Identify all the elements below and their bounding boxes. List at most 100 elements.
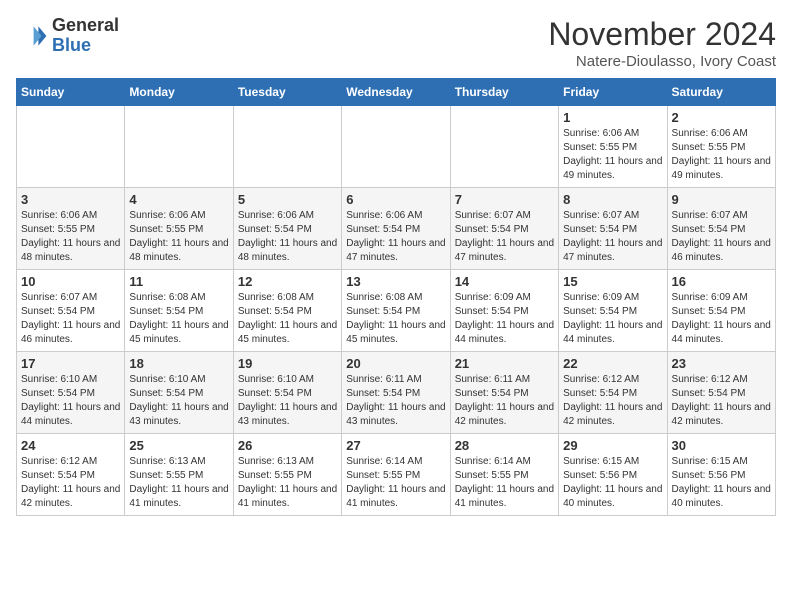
title-block: November 2024 Natere-Dioulasso, Ivory Co… (548, 16, 776, 70)
day-cell (342, 106, 450, 188)
week-row-2: 3 Sunrise: 6:06 AM Sunset: 5:55 PM Daylig… (17, 188, 776, 270)
week-row-5: 24Sunrise: 6:12 AM Sunset: 5:54 PM Dayli… (17, 434, 776, 516)
logo-icon (16, 20, 48, 52)
day-cell: 27Sunrise: 6:14 AM Sunset: 5:55 PM Dayli… (342, 434, 450, 516)
day-cell: 28 Sunrise: 6:14 AM Sunset: 5:55 PM Dayli… (450, 434, 558, 516)
day-number: 19 (238, 356, 337, 371)
day-cell (125, 106, 233, 188)
day-number: 1 (563, 110, 662, 125)
day-info: Sunrise: 6:11 AM Sunset: 5:54 PM Dayligh… (346, 373, 445, 429)
day-info: Sunrise: 6:09 AM Sunset: 5:54 PM Dayligh… (672, 291, 771, 347)
day-cell: 4 Sunrise: 6:06 AM Sunset: 5:55 PM Daylig… (125, 188, 233, 270)
day-cell: 19Sunrise: 6:10 AM Sunset: 5:54 PM Dayli… (233, 352, 341, 434)
day-info: Sunrise: 6:12 AM Sunset: 5:54 PM Dayligh… (21, 455, 120, 511)
day-cell: 30 Sunrise: 6:15 AM Sunset: 5:56 PM Dayli… (667, 434, 775, 516)
day-cell: 26Sunrise: 6:13 AM Sunset: 5:55 PM Dayli… (233, 434, 341, 516)
logo: General Blue (16, 16, 119, 56)
day-cell (450, 106, 558, 188)
day-info: Sunrise: 6:06 AM Sunset: 5:55 PM Dayligh… (21, 209, 120, 265)
day-number: 17 (21, 356, 120, 371)
day-cell: 5 Sunrise: 6:06 AM Sunset: 5:54 PM Daylig… (233, 188, 341, 270)
day-number: 4 (129, 192, 228, 207)
day-cell: 12 Sunrise: 6:08 AM Sunset: 5:54 PM Dayli… (233, 270, 341, 352)
day-cell: 13 Sunrise: 6:08 AM Sunset: 5:54 PM Dayli… (342, 270, 450, 352)
day-number: 10 (21, 274, 120, 289)
logo-general-text: General (52, 15, 119, 35)
day-cell (17, 106, 125, 188)
day-info: Sunrise: 6:09 AM Sunset: 5:54 PM Dayligh… (455, 291, 554, 347)
weekday-header-thursday: Thursday (450, 79, 558, 106)
day-number: 20 (346, 356, 445, 371)
day-cell: 15 Sunrise: 6:09 AM Sunset: 5:54 PM Dayli… (559, 270, 667, 352)
day-number: 8 (563, 192, 662, 207)
day-info: Sunrise: 6:13 AM Sunset: 5:55 PM Dayligh… (129, 455, 228, 511)
day-cell: 2 Sunrise: 6:06 AM Sunset: 5:55 PM Daylig… (667, 106, 775, 188)
day-info: Sunrise: 6:06 AM Sunset: 5:55 PM Dayligh… (672, 127, 771, 183)
day-cell: 14Sunrise: 6:09 AM Sunset: 5:54 PM Dayli… (450, 270, 558, 352)
day-info: Sunrise: 6:12 AM Sunset: 5:54 PM Dayligh… (672, 373, 771, 429)
weekday-header-friday: Friday (559, 79, 667, 106)
day-number: 2 (672, 110, 771, 125)
day-cell: 7 Sunrise: 6:07 AM Sunset: 5:54 PM Daylig… (450, 188, 558, 270)
day-cell: 9Sunrise: 6:07 AM Sunset: 5:54 PM Daylig… (667, 188, 775, 270)
day-info: Sunrise: 6:06 AM Sunset: 5:55 PM Dayligh… (563, 127, 662, 183)
day-number: 11 (129, 274, 228, 289)
weekday-header-row: SundayMondayTuesdayWednesdayThursdayFrid… (17, 79, 776, 106)
day-number: 22 (563, 356, 662, 371)
day-number: 5 (238, 192, 337, 207)
day-number: 28 (455, 438, 554, 453)
day-cell: 21 Sunrise: 6:11 AM Sunset: 5:54 PM Dayli… (450, 352, 558, 434)
month-title: November 2024 (548, 16, 776, 53)
day-number: 21 (455, 356, 554, 371)
day-number: 30 (672, 438, 771, 453)
day-number: 29 (563, 438, 662, 453)
weekday-header-wednesday: Wednesday (342, 79, 450, 106)
day-number: 7 (455, 192, 554, 207)
day-info: Sunrise: 6:07 AM Sunset: 5:54 PM Dayligh… (455, 209, 554, 265)
location: Natere-Dioulasso, Ivory Coast (548, 53, 776, 70)
day-info: Sunrise: 6:14 AM Sunset: 5:55 PM Dayligh… (455, 455, 554, 511)
day-number: 26 (238, 438, 337, 453)
logo-text: General Blue (52, 16, 119, 56)
day-cell: 3 Sunrise: 6:06 AM Sunset: 5:55 PM Daylig… (17, 188, 125, 270)
day-number: 15 (563, 274, 662, 289)
day-cell: 11 Sunrise: 6:08 AM Sunset: 5:54 PM Dayli… (125, 270, 233, 352)
day-cell: 22 Sunrise: 6:12 AM Sunset: 5:54 PM Dayli… (559, 352, 667, 434)
day-number: 18 (129, 356, 228, 371)
day-info: Sunrise: 6:07 AM Sunset: 5:54 PM Dayligh… (672, 209, 771, 265)
day-info: Sunrise: 6:09 AM Sunset: 5:54 PM Dayligh… (563, 291, 662, 347)
day-info: Sunrise: 6:06 AM Sunset: 5:54 PM Dayligh… (238, 209, 337, 265)
day-info: Sunrise: 6:15 AM Sunset: 5:56 PM Dayligh… (672, 455, 771, 511)
day-info: Sunrise: 6:08 AM Sunset: 5:54 PM Dayligh… (238, 291, 337, 347)
weekday-header-saturday: Saturday (667, 79, 775, 106)
day-info: Sunrise: 6:12 AM Sunset: 5:54 PM Dayligh… (563, 373, 662, 429)
day-number: 12 (238, 274, 337, 289)
day-info: Sunrise: 6:11 AM Sunset: 5:54 PM Dayligh… (455, 373, 554, 429)
day-cell: 29Sunrise: 6:15 AM Sunset: 5:56 PM Dayli… (559, 434, 667, 516)
week-row-3: 10 Sunrise: 6:07 AM Sunset: 5:54 PM Dayli… (17, 270, 776, 352)
week-row-1: 1 Sunrise: 6:06 AM Sunset: 5:55 PM Daylig… (17, 106, 776, 188)
day-info: Sunrise: 6:10 AM Sunset: 5:54 PM Dayligh… (129, 373, 228, 429)
day-info: Sunrise: 6:07 AM Sunset: 5:54 PM Dayligh… (21, 291, 120, 347)
day-cell: 16 Sunrise: 6:09 AM Sunset: 5:54 PM Dayli… (667, 270, 775, 352)
calendar-table: SundayMondayTuesdayWednesdayThursdayFrid… (16, 78, 776, 516)
week-row-4: 17 Sunrise: 6:10 AM Sunset: 5:54 PM Dayli… (17, 352, 776, 434)
logo-blue-text: Blue (52, 35, 91, 55)
day-number: 25 (129, 438, 228, 453)
day-cell: 17 Sunrise: 6:10 AM Sunset: 5:54 PM Dayli… (17, 352, 125, 434)
day-info: Sunrise: 6:08 AM Sunset: 5:54 PM Dayligh… (129, 291, 228, 347)
day-number: 13 (346, 274, 445, 289)
day-number: 3 (21, 192, 120, 207)
day-cell: 25 Sunrise: 6:13 AM Sunset: 5:55 PM Dayli… (125, 434, 233, 516)
day-cell: 24Sunrise: 6:12 AM Sunset: 5:54 PM Dayli… (17, 434, 125, 516)
day-number: 16 (672, 274, 771, 289)
weekday-header-tuesday: Tuesday (233, 79, 341, 106)
day-info: Sunrise: 6:06 AM Sunset: 5:55 PM Dayligh… (129, 209, 228, 265)
day-info: Sunrise: 6:10 AM Sunset: 5:54 PM Dayligh… (21, 373, 120, 429)
day-number: 27 (346, 438, 445, 453)
day-cell: 10 Sunrise: 6:07 AM Sunset: 5:54 PM Dayli… (17, 270, 125, 352)
day-number: 23 (672, 356, 771, 371)
day-info: Sunrise: 6:08 AM Sunset: 5:54 PM Dayligh… (346, 291, 445, 347)
day-cell: 20 Sunrise: 6:11 AM Sunset: 5:54 PM Dayli… (342, 352, 450, 434)
weekday-header-monday: Monday (125, 79, 233, 106)
